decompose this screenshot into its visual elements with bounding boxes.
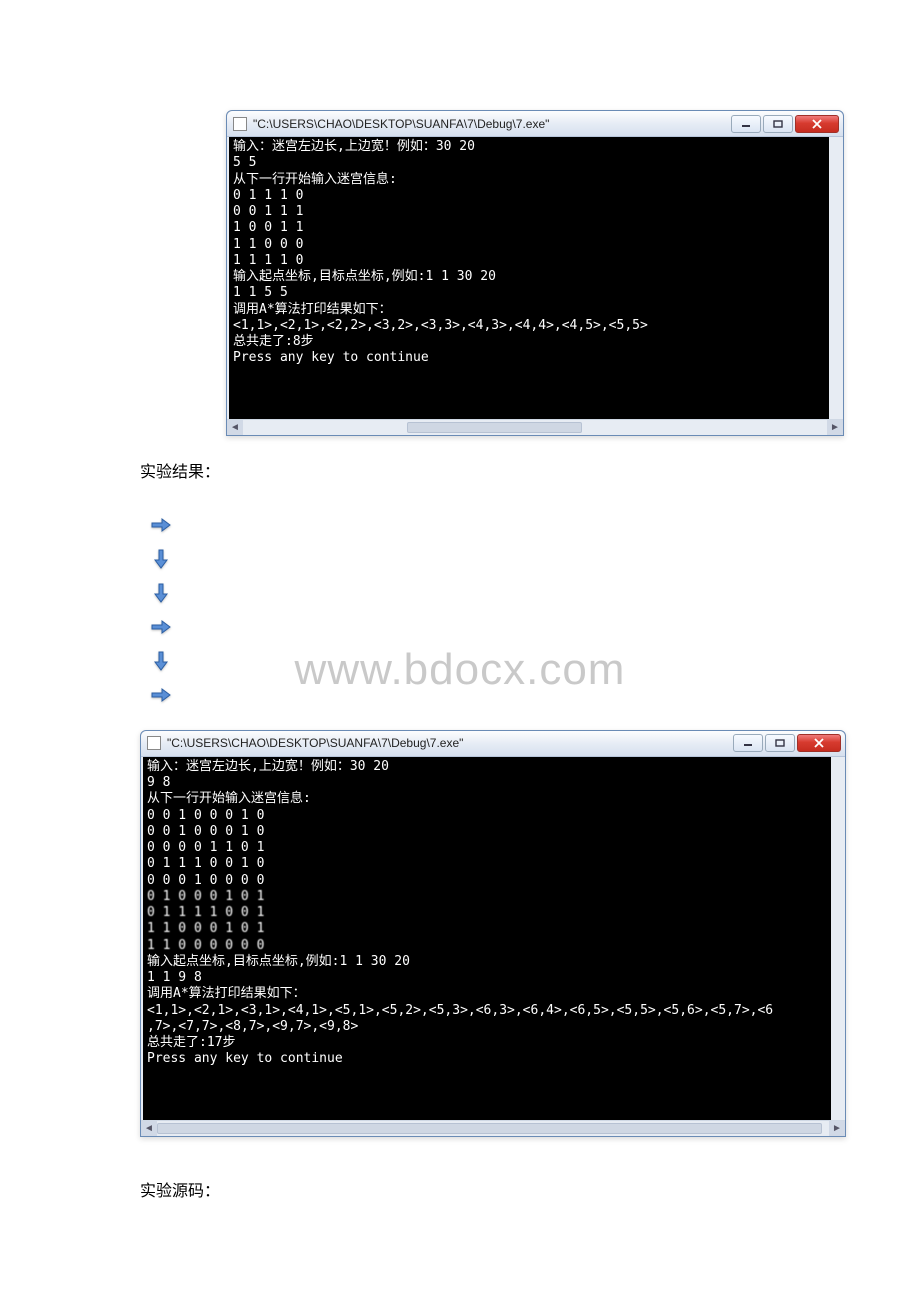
console-line: 输入起点坐标,目标点坐标,例如:1 1 30 20 xyxy=(233,269,825,285)
scroll-thumb[interactable] xyxy=(157,1123,822,1134)
console-line: 0 0 0 1 0 0 0 0 xyxy=(147,873,827,889)
console-line: <1,1>,<2,1>,<3,1>,<4,1>,<5,1>,<5,2>,<5,3… xyxy=(147,1003,827,1019)
minimize-button[interactable] xyxy=(731,115,761,133)
titlebar[interactable]: "C:\USERS\CHAO\DESKTOP\SUANFA\7\Debug\7.… xyxy=(141,731,845,757)
arrow-list xyxy=(150,514,780,706)
console-line: 1 0 0 1 1 xyxy=(233,220,825,236)
console-line: 总共走了:17步 xyxy=(147,1035,827,1051)
console-body: 输入：迷宫左边长,上边宽！例如：30 209 8从下一行开始输入迷宫信息:0 0… xyxy=(141,757,845,1137)
console-line: 0 0 1 1 1 xyxy=(233,204,825,220)
scroll-thumb[interactable] xyxy=(407,422,582,433)
console-line: <1,1>,<2,1>,<2,2>,<3,2>,<3,3>,<4,3>,<4,4… xyxy=(233,318,825,334)
scroll-left-arrow[interactable]: ◄ xyxy=(227,420,243,435)
window-controls xyxy=(731,115,839,133)
console-line: 总共走了:8步 xyxy=(233,334,825,350)
console-line: 输入：迷宫左边长,上边宽！例如：30 20 xyxy=(233,139,825,155)
console-window-1: "C:\USERS\CHAO\DESKTOP\SUANFA\7\Debug\7.… xyxy=(226,110,844,436)
console-line: 输入起点坐标,目标点坐标,例如:1 1 30 20 xyxy=(147,954,827,970)
console-line: 0 1 0 0 0 1 0 1 xyxy=(147,889,827,905)
close-button[interactable] xyxy=(795,115,839,133)
source-heading: 实验源码： xyxy=(140,1179,780,1205)
console-line: 从下一行开始输入迷宫信息: xyxy=(147,791,827,807)
console-window-2: "C:\USERS\CHAO\DESKTOP\SUANFA\7\Debug\7.… xyxy=(140,730,846,1138)
console-line: 1 1 0 0 0 xyxy=(233,237,825,253)
console-line: 9 8 xyxy=(147,775,827,791)
console-line: 0 1 1 1 0 xyxy=(233,188,825,204)
console-line: 0 0 1 0 0 0 1 0 xyxy=(147,808,827,824)
console-line: 0 1 1 1 1 0 0 1 xyxy=(147,905,827,921)
console-output[interactable]: 输入：迷宫左边长,上边宽！例如：30 205 5从下一行开始输入迷宫信息:0 1… xyxy=(227,137,843,419)
console-line: 1 1 9 8 xyxy=(147,970,827,986)
horizontal-scrollbar[interactable]: ◄ ► xyxy=(141,1120,845,1136)
window-title: "C:\USERS\CHAO\DESKTOP\SUANFA\7\Debug\7.… xyxy=(167,736,733,750)
close-button[interactable] xyxy=(797,734,841,752)
maximize-button[interactable] xyxy=(765,734,795,752)
document-page: "C:\USERS\CHAO\DESKTOP\SUANFA\7\Debug\7.… xyxy=(0,0,920,1293)
arrow-down-icon xyxy=(150,650,172,672)
console-line: 从下一行开始输入迷宫信息: xyxy=(233,172,825,188)
console-line: Press any key to continue xyxy=(147,1051,827,1067)
vertical-scrollbar[interactable] xyxy=(829,137,843,419)
scroll-right-arrow[interactable]: ► xyxy=(827,420,843,435)
console-line: 0 0 1 0 0 0 1 0 xyxy=(147,824,827,840)
console-line: 0 1 1 1 0 0 1 0 xyxy=(147,856,827,872)
console-line: 输入：迷宫左边长,上边宽！例如：30 20 xyxy=(147,759,827,775)
arrow-down-icon xyxy=(150,582,172,604)
console-line: 调用A*算法打印结果如下： xyxy=(233,302,825,318)
horizontal-scrollbar[interactable]: ◄ ► xyxy=(227,419,843,435)
arrow-right-icon xyxy=(150,684,172,706)
window-title: "C:\USERS\CHAO\DESKTOP\SUANFA\7\Debug\7.… xyxy=(253,117,731,131)
console-line: ,7>,<7,7>,<8,7>,<9,7>,<9,8> xyxy=(147,1019,827,1035)
app-icon xyxy=(233,117,247,131)
scroll-left-arrow[interactable]: ◄ xyxy=(141,1121,157,1136)
scroll-track[interactable] xyxy=(157,1121,829,1136)
results-heading: 实验结果： xyxy=(140,460,780,486)
console-line: 5 5 xyxy=(233,155,825,171)
arrow-right-icon xyxy=(150,514,172,536)
titlebar[interactable]: "C:\USERS\CHAO\DESKTOP\SUANFA\7\Debug\7.… xyxy=(227,111,843,137)
arrow-right-icon xyxy=(150,616,172,638)
console-line: 调用A*算法打印结果如下： xyxy=(147,986,827,1002)
minimize-button[interactable] xyxy=(733,734,763,752)
vertical-scrollbar[interactable] xyxy=(831,757,845,1121)
window-controls xyxy=(733,734,841,752)
console-line: Press any key to continue xyxy=(233,350,825,366)
console-line: 1 1 0 0 0 1 0 1 xyxy=(147,921,827,937)
console-line: 1 1 1 1 0 xyxy=(233,253,825,269)
scroll-right-arrow[interactable]: ► xyxy=(829,1121,845,1136)
app-icon xyxy=(147,736,161,750)
console-body: 输入：迷宫左边长,上边宽！例如：30 205 5从下一行开始输入迷宫信息:0 1… xyxy=(227,137,843,435)
console-line: 0 0 0 0 1 1 0 1 xyxy=(147,840,827,856)
scroll-track[interactable] xyxy=(243,420,827,435)
maximize-button[interactable] xyxy=(763,115,793,133)
arrow-down-icon xyxy=(150,548,172,570)
console-output[interactable]: 输入：迷宫左边长,上边宽！例如：30 209 8从下一行开始输入迷宫信息:0 0… xyxy=(141,757,845,1121)
console-line: 1 1 5 5 xyxy=(233,285,825,301)
console-line: 1 1 0 0 0 0 0 0 xyxy=(147,938,827,954)
